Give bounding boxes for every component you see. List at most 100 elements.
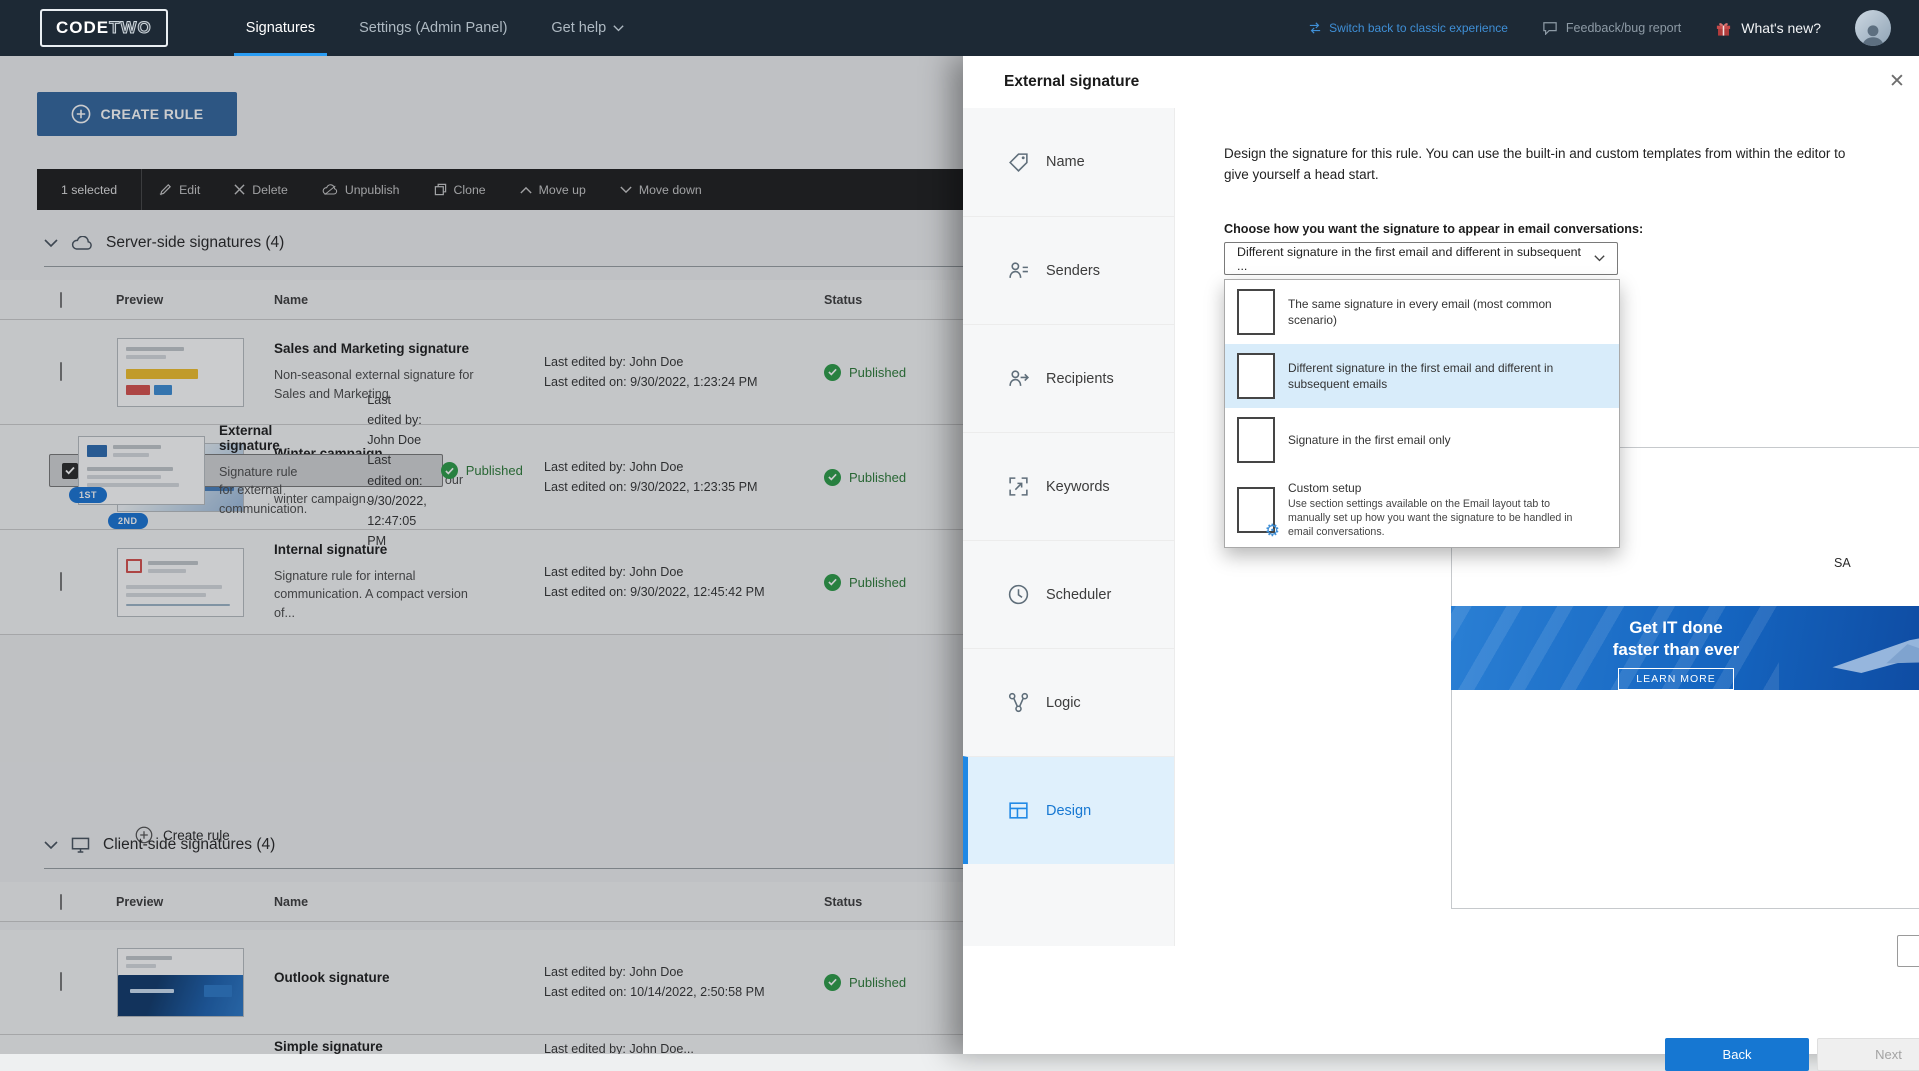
banner-text: Get IT done faster than ever LEARN MORE (1561, 617, 1791, 690)
table-row-simple-signature[interactable]: Simple signature Last edited by: John Do… (0, 1035, 963, 1054)
monitor-icon (71, 837, 90, 853)
published-check-icon (441, 462, 458, 479)
sidebar-item-scheduler[interactable]: Scheduler (963, 540, 1174, 648)
last-edited-on: Last edited on: 10/14/2022, 2:50:58 PM (544, 982, 810, 1002)
option-different-signature[interactable]: Different signature in the first email a… (1225, 344, 1619, 408)
selection-toolbar: 1 selected Edit Delete Unpublish Clone M… (37, 169, 963, 210)
edit-action[interactable]: Edit (142, 169, 217, 210)
selected-count: 1 selected (37, 183, 141, 197)
signature-name: Sales and Marketing signature (274, 341, 484, 356)
select-all-checkbox[interactable] (60, 894, 62, 910)
back-button[interactable]: Back (1665, 1038, 1809, 1071)
copy-icon (434, 183, 447, 196)
option-first-email-only[interactable]: Signature in the first email only (1225, 408, 1619, 472)
create-rule-button[interactable]: CREATE RULE (37, 92, 237, 136)
signature-name: External signature (219, 423, 307, 453)
server-side-section-header[interactable]: Server-side signatures (4) (44, 220, 963, 267)
column-preview: Preview (100, 895, 260, 909)
back-label: Back (1723, 1047, 1752, 1062)
sidebar-item-design[interactable]: Design (963, 756, 1174, 864)
sidebar-item-keywords[interactable]: Keywords (963, 432, 1174, 540)
option-label: The same signature in every email (most … (1288, 296, 1588, 328)
next-label: Next (1875, 1047, 1902, 1062)
column-status: Status (810, 895, 963, 909)
whats-new-link[interactable]: What's new? (1715, 20, 1821, 37)
close-icon[interactable]: ✕ (1889, 70, 1905, 93)
option-custom-setup[interactable]: ⚙ Custom setup Use section settings avai… (1225, 472, 1619, 547)
pencil-icon (159, 183, 172, 196)
nav-tab-signatures[interactable]: Signatures (224, 0, 337, 56)
published-check-icon (824, 469, 841, 486)
move-up-action[interactable]: Move up (503, 169, 603, 210)
signature-description: Signature rule for external communicatio… (219, 463, 307, 518)
table-row-internal-signature[interactable]: Internal signature Signature rule for in… (0, 530, 963, 635)
nav-tab-settings-label: Settings (Admin Panel) (359, 20, 507, 36)
sidebar-item-label: Scheduler (1046, 587, 1111, 603)
client-side-section-header[interactable]: Client-side signatures (4) (44, 822, 963, 869)
sidebar-item-name[interactable]: Name (963, 108, 1174, 216)
last-edited-by: Last edited by: John Doe (544, 962, 810, 982)
tag-icon (1007, 151, 1030, 174)
row-checkbox[interactable] (60, 362, 62, 381)
sidebar-item-logic[interactable]: Logic (963, 648, 1174, 756)
column-preview: Preview (100, 293, 260, 307)
last-edited-on: Last edited on: 9/30/2022, 1:23:35 PM (544, 477, 810, 497)
dialog-title: External signature (1004, 73, 1139, 91)
chevron-down-icon (1594, 255, 1605, 262)
switch-classic-link[interactable]: Switch back to classic experience (1308, 21, 1508, 35)
column-name: Name (260, 293, 530, 307)
clone-action[interactable]: Clone (417, 169, 503, 210)
published-check-icon (824, 364, 841, 381)
nav-items: Signatures Settings (Admin Panel) Get he… (224, 0, 646, 56)
status-badge: Published (849, 975, 906, 990)
plus-circle-icon (71, 104, 91, 124)
signatures-list-page: CREATE RULE 1 selected Edit Delete Unpub… (0, 56, 963, 1054)
row-checkbox-checked[interactable] (62, 463, 78, 479)
last-edited-by: Last edited by: John Doe (544, 457, 810, 477)
select-all-checkbox[interactable] (60, 292, 62, 308)
signature-thumbnail (117, 338, 244, 407)
server-table-header: Preview Name Status (0, 280, 963, 320)
edit-action-label: Edit (179, 183, 200, 197)
next-button[interactable]: Next (1817, 1038, 1919, 1071)
table-row-external-signature[interactable]: 1ST 2ND External signature Signature rul… (49, 454, 443, 487)
last-edited-by: Last edited by: John Doe (544, 562, 810, 582)
edit-signature-button[interactable]: Edit signature... (1897, 935, 1919, 967)
x-icon (234, 184, 245, 195)
status-badge: Published (849, 470, 906, 485)
column-status: Status (810, 293, 963, 307)
sidebar-item-label: Keywords (1046, 479, 1110, 495)
row-checkbox[interactable] (60, 972, 62, 991)
conversation-mode-select[interactable]: Different signature in the first email a… (1224, 242, 1618, 275)
table-row-sales-marketing[interactable]: Sales and Marketing signature Non-season… (0, 320, 963, 425)
sidebar-item-senders[interactable]: Senders (963, 216, 1174, 324)
signature-name: Simple signature (274, 1039, 484, 1054)
table-row-outlook-signature[interactable]: Outlook signature Last edited by: John D… (0, 930, 963, 1035)
signature-thumbnail (117, 948, 244, 1017)
option-label: Custom setup (1288, 481, 1361, 495)
feedback-label: Feedback/bug report (1566, 21, 1681, 35)
person-list-icon (1007, 259, 1030, 282)
user-avatar[interactable] (1855, 10, 1891, 46)
design-description: Design the signature for this rule. You … (1224, 144, 1846, 186)
delete-action[interactable]: Delete (217, 169, 305, 210)
sidebar-item-recipients[interactable]: Recipients (963, 324, 1174, 432)
chevron-down-icon (44, 239, 58, 248)
last-edited-by: Last edited by: John Doe... (544, 1039, 810, 1054)
first-email-badge: 1ST (69, 487, 107, 503)
move-down-action[interactable]: Move down (603, 169, 719, 210)
flow-nodes-icon (1007, 691, 1030, 714)
conversation-mode-label: Choose how you want the signature to app… (1224, 222, 1643, 236)
unpublish-action-label: Unpublish (345, 183, 400, 197)
banner-cta: LEARN MORE (1618, 668, 1733, 690)
nav-tab-get-help[interactable]: Get help (529, 0, 646, 56)
option-same-signature[interactable]: The same signature in every email (most … (1225, 280, 1619, 344)
unpublish-action[interactable]: Unpublish (305, 169, 417, 210)
column-name: Name (260, 895, 530, 909)
row-checkbox[interactable] (60, 572, 62, 591)
nav-tab-settings[interactable]: Settings (Admin Panel) (337, 0, 529, 56)
feedback-link[interactable]: Feedback/bug report (1542, 21, 1681, 35)
chevron-down-icon (620, 186, 632, 194)
codetwo-logo[interactable]: CODETWO (40, 9, 168, 47)
logo-part-code: CODE (56, 18, 109, 37)
